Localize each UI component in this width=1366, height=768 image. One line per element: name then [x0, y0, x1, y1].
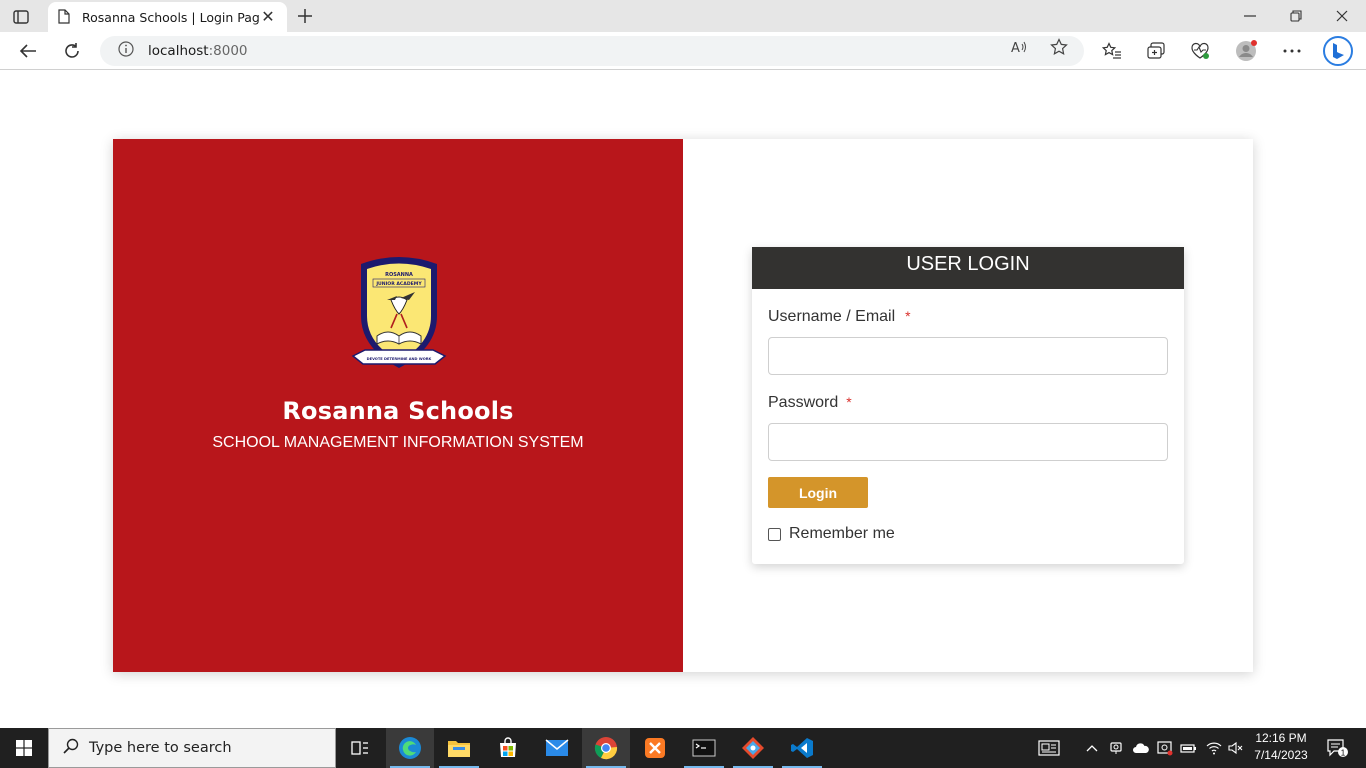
required-marker: * — [846, 394, 852, 410]
windows-start-icon[interactable] — [0, 728, 48, 768]
school-crest-logo: ROSANNA JUNIOR ACADEMY DEVOTE DETERMINE … — [351, 256, 447, 378]
clock-time: 12:16 PM — [1255, 731, 1307, 745]
tab-title: Rosanna Schools | Login Page — [82, 9, 259, 25]
logo-name: ROSANNA — [385, 272, 413, 278]
site-info-icon[interactable] — [118, 40, 134, 62]
git-app-icon[interactable] — [729, 728, 777, 768]
browser-toolbar: localhost:8000 A — [0, 32, 1366, 70]
remember-me-label[interactable]: Remember me — [789, 525, 895, 543]
performance-icon[interactable] — [1187, 39, 1213, 63]
login-card: ROSANNA JUNIOR ACADEMY DEVOTE DETERMINE … — [113, 139, 1253, 672]
login-form: USER LOGIN Username / Email * Password * L… — [752, 247, 1184, 564]
username-label-text: Username / Email — [768, 308, 896, 325]
favorite-star-icon[interactable] — [1049, 38, 1069, 56]
password-label-text: Password — [768, 394, 839, 411]
security-icon[interactable] — [1155, 728, 1175, 768]
vscode-icon[interactable] — [778, 728, 826, 768]
camera-icon[interactable] — [1107, 728, 1125, 768]
favorites-icon[interactable] — [1099, 39, 1125, 63]
back-icon[interactable] — [13, 37, 43, 65]
search-placeholder: Type here to search — [89, 740, 232, 756]
svg-text:A: A — [1011, 41, 1020, 55]
minimize-icon[interactable] — [1227, 4, 1273, 28]
task-view-icon[interactable] — [336, 728, 384, 768]
battery-icon[interactable] — [1179, 728, 1199, 768]
password-label: Password * — [768, 394, 852, 412]
close-window-icon[interactable] — [1319, 4, 1365, 28]
school-name: Rosanna Schools — [282, 397, 514, 425]
terminal-icon[interactable] — [680, 728, 728, 768]
collections-icon[interactable] — [1143, 39, 1169, 63]
profile-avatar[interactable] — [1233, 39, 1259, 63]
onedrive-cloud-icon[interactable] — [1130, 728, 1152, 768]
system-clock[interactable]: 12:16 PM 7/14/2023 — [1246, 730, 1316, 764]
notifications-icon[interactable]: 1 — [1322, 728, 1352, 768]
windows-taskbar: Type here to search 12:16 PM 7/14/2023 1 — [0, 728, 1366, 768]
more-options-icon[interactable] — [1279, 39, 1305, 63]
news-widget-icon[interactable] — [1034, 728, 1064, 768]
address-bar[interactable]: localhost:8000 — [100, 36, 1084, 66]
url-text[interactable]: localhost:8000 — [148, 43, 248, 59]
username-input[interactable] — [768, 337, 1168, 375]
tab-actions-icon[interactable] — [10, 7, 32, 27]
chevron-up-icon[interactable] — [1084, 728, 1100, 768]
restore-icon[interactable] — [1273, 4, 1319, 28]
remember-me-checkbox[interactable] — [768, 527, 781, 541]
browser-tab[interactable]: Rosanna Schools | Login Page ✕ — [48, 2, 287, 32]
taskbar-search-box[interactable]: Type here to search — [48, 728, 336, 768]
edge-app-icon[interactable] — [386, 728, 434, 768]
url-host: localhost — [148, 43, 209, 59]
system-subtitle: SCHOOL MANAGEMENT INFORMATION SYSTEM — [212, 434, 584, 451]
xampp-icon[interactable] — [631, 728, 679, 768]
wifi-icon[interactable] — [1204, 728, 1224, 768]
password-input[interactable] — [768, 423, 1168, 461]
login-button[interactable]: Login — [768, 477, 868, 508]
new-tab-icon[interactable] — [294, 5, 316, 27]
username-label: Username / Email * — [768, 308, 911, 326]
url-port: :8000 — [208, 43, 248, 59]
logo-motto: DEVOTE DETERMINE AND WORK — [367, 357, 432, 361]
file-explorer-icon[interactable] — [435, 728, 483, 768]
bing-copilot-icon[interactable] — [1322, 35, 1354, 67]
page-icon — [58, 9, 72, 25]
browser-tab-bar: Rosanna Schools | Login Page ✕ — [0, 0, 1366, 32]
chrome-app-icon[interactable] — [582, 728, 630, 768]
search-icon — [63, 738, 79, 759]
mail-icon[interactable] — [533, 728, 581, 768]
login-header: USER LOGIN — [752, 247, 1184, 289]
logo-sub: JUNIOR ACADEMY — [375, 281, 422, 287]
notification-count: 1 — [1341, 749, 1346, 758]
volume-muted-icon[interactable] — [1226, 728, 1246, 768]
clock-date: 7/14/2023 — [1254, 748, 1308, 762]
close-tab-icon[interactable]: ✕ — [259, 7, 277, 27]
refresh-icon[interactable] — [57, 37, 87, 65]
brand-panel: ROSANNA JUNIOR ACADEMY DEVOTE DETERMINE … — [113, 139, 683, 672]
required-marker: * — [905, 308, 911, 324]
read-aloud-icon[interactable]: A — [1009, 38, 1029, 56]
remember-me[interactable]: Remember me — [768, 525, 895, 543]
microsoft-store-icon[interactable] — [484, 728, 532, 768]
